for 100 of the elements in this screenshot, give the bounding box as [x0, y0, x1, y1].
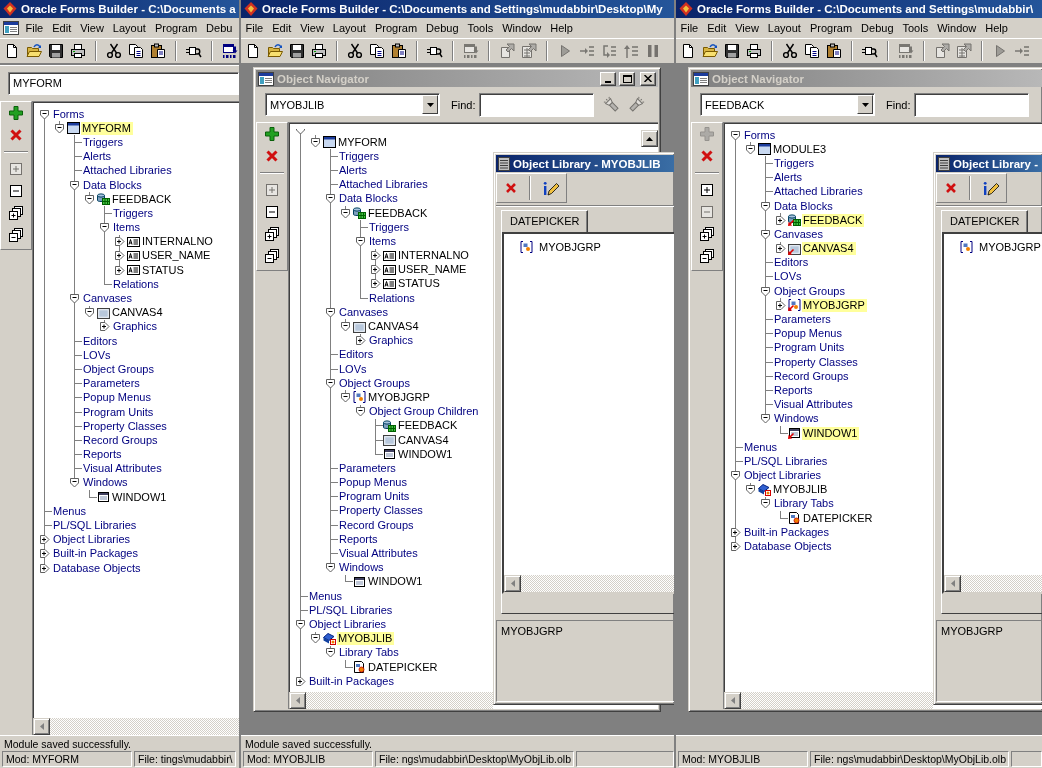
menu-item[interactable]: File	[241, 19, 268, 37]
tree-item[interactable]: Graphics	[112, 320, 160, 334]
minus-toggle-icon[interactable]	[340, 321, 351, 333]
menu-item[interactable]: Layout	[108, 19, 151, 37]
menu-item[interactable]: Debu	[201, 19, 237, 37]
plus-toggle-icon[interactable]	[39, 534, 50, 546]
minus-toggle-icon[interactable]	[340, 207, 351, 219]
minus-toggle-icon[interactable]	[325, 647, 336, 659]
tree-item[interactable]: Canvases	[82, 292, 134, 306]
printer-icon[interactable]	[311, 43, 327, 59]
plus-toggle-icon[interactable]	[370, 264, 381, 276]
tree-item[interactable]: FEEDBACK	[397, 419, 460, 433]
menu-item[interactable]: Program	[805, 19, 857, 37]
plus-toggle-icon[interactable]	[39, 562, 50, 574]
tree-item[interactable]: Property Classes	[82, 419, 169, 433]
tree-item[interactable]: CANVAS4	[397, 433, 451, 447]
tree-item[interactable]: Reports	[82, 448, 124, 462]
tree-item[interactable]: LOVs	[773, 270, 804, 284]
tree-item[interactable]: Items	[368, 234, 398, 248]
open-folder-icon[interactable]	[26, 43, 42, 59]
tree-item[interactable]: MODULE3	[772, 142, 829, 156]
tree-item[interactable]: Built-in Packages	[308, 674, 396, 688]
tree-item[interactable]: Attached Libraries	[338, 178, 430, 192]
tree-item[interactable]: WINDOW1	[397, 447, 455, 461]
tree-item[interactable]: Relations	[112, 277, 161, 291]
scissors-icon[interactable]	[782, 43, 798, 59]
tree-item[interactable]: Parameters	[338, 461, 398, 475]
tree-item[interactable]: Visual Attributes	[338, 547, 420, 561]
copy-icon[interactable]	[804, 43, 820, 59]
menu-item[interactable]: Edit	[47, 19, 76, 37]
tree-item[interactable]: INTERNALNO	[397, 249, 471, 263]
tree-item[interactable]: Triggers	[368, 220, 411, 234]
tree-item[interactable]: Data Blocks	[773, 199, 835, 213]
menu-item[interactable]: Edit	[702, 19, 731, 37]
tree-item[interactable]: CANVAS4	[111, 306, 165, 320]
minus-toggle-icon[interactable]	[325, 377, 336, 389]
tree-item[interactable]: STATUS	[141, 263, 186, 277]
scissors-icon[interactable]	[106, 43, 122, 59]
tree-item[interactable]: MYOBJLIB	[772, 483, 830, 497]
plus-toggle-icon[interactable]	[114, 236, 125, 248]
scroll-up-button[interactable]	[641, 130, 658, 147]
tree-item[interactable]: Visual Attributes	[82, 462, 164, 476]
tree-item[interactable]: LOVs	[82, 348, 113, 362]
tree-item[interactable]: Program Units	[338, 490, 412, 504]
tree-item[interactable]: Object Libraries	[308, 617, 389, 631]
tree-item[interactable]: Popup Menus	[773, 327, 844, 341]
menu-item[interactable]: View	[295, 19, 329, 37]
tree-item[interactable]: FEEDBACK	[111, 192, 174, 206]
horizontal-scrollbar[interactable]	[504, 575, 674, 592]
minus-toggle-icon[interactable]	[69, 477, 80, 489]
tree-item[interactable]: PL/SQL Libraries	[743, 454, 830, 468]
tree-item[interactable]: Program Units	[82, 405, 156, 419]
open-folder-icon[interactable]	[267, 43, 283, 59]
plus-toggle-icon[interactable]	[114, 264, 125, 276]
scroll-left-button[interactable]	[289, 692, 306, 709]
minus-toggle-icon[interactable]	[69, 179, 80, 191]
tree-item[interactable]: MYOBJLIB	[337, 632, 395, 646]
menu-item[interactable]: Help	[980, 19, 1013, 37]
find-field[interactable]	[479, 92, 595, 117]
plus-toggle-icon[interactable]	[775, 299, 786, 311]
tree-item[interactable]: Database Objects	[743, 540, 834, 554]
tree-item[interactable]: Canvases	[773, 227, 825, 241]
plus-toggle-icon[interactable]	[370, 250, 381, 262]
stacked-minus-icon[interactable]	[264, 248, 280, 264]
tree-item[interactable]: Alerts	[338, 163, 370, 177]
tree-item[interactable]: Library Tabs	[773, 497, 836, 511]
tree-item[interactable]: Graphics	[368, 334, 416, 348]
tree-item[interactable]: Menus	[52, 504, 89, 518]
tree-item[interactable]: Windows	[82, 476, 130, 490]
tree-item[interactable]: Forms	[52, 107, 87, 121]
tree-item[interactable]: USER_NAME	[397, 263, 469, 277]
tree-item[interactable]: Object Libraries	[52, 533, 133, 547]
menu-item[interactable]: Debug	[421, 19, 463, 37]
plus-toggle-icon[interactable]	[114, 250, 125, 262]
tree-item[interactable]: Triggers	[112, 206, 155, 220]
minus-toggle-icon[interactable]	[325, 306, 336, 318]
tree-item[interactable]: Forms	[743, 128, 778, 142]
tree-item[interactable]: CANVAS4	[802, 242, 856, 256]
pencil-icon[interactable]	[981, 179, 999, 197]
copy-icon[interactable]	[369, 43, 385, 59]
tree-item[interactable]: Database Objects	[52, 561, 143, 575]
tree-item[interactable]: Reports	[338, 532, 380, 546]
tree-item[interactable]: WINDOW1	[367, 575, 425, 589]
tree-item[interactable]: Menus	[308, 589, 345, 603]
stacked-minus-icon[interactable]	[699, 248, 715, 264]
minus-toggle-icon[interactable]	[310, 633, 321, 645]
module-dropdown[interactable]: FEEDBACK	[700, 93, 875, 116]
tree-item[interactable]: Alerts	[82, 150, 114, 164]
navigator-window-icon[interactable]	[3, 21, 19, 35]
tree-item[interactable]: Object Libraries	[743, 469, 824, 483]
tree-item[interactable]: MYFORM	[337, 135, 389, 149]
stacked-minus-icon[interactable]	[8, 227, 24, 243]
tree-item[interactable]: Built-in Packages	[52, 547, 140, 561]
tree-item[interactable]: Popup Menus	[82, 391, 153, 405]
tree-item[interactable]: WINDOW1	[111, 490, 169, 504]
tree-item[interactable]: WINDOW1	[802, 426, 860, 440]
tree-item[interactable]: Record Groups	[82, 433, 160, 447]
minimize-button[interactable]	[600, 71, 616, 86]
delete-icon[interactable]	[699, 148, 715, 164]
tree-item[interactable]: MYFORM	[81, 121, 133, 135]
